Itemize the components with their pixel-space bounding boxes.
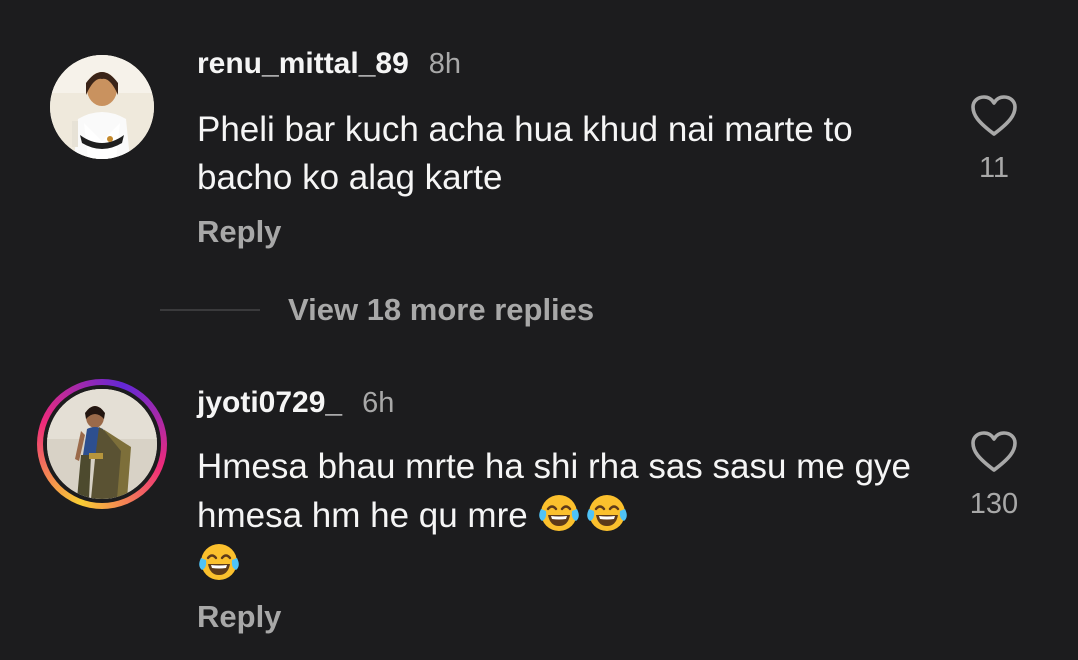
reply-button[interactable]: Reply: [197, 214, 281, 250]
comment-item: renu_mittal_89 8h Pheli bar kuch acha hu…: [0, 0, 1078, 280]
comments-panel: renu_mittal_89 8h Pheli bar kuch acha hu…: [0, 0, 1078, 660]
avatar: [50, 55, 154, 159]
like-column: 130: [944, 430, 1044, 521]
avatar-image: [47, 389, 157, 499]
like-count: 11: [978, 152, 1010, 184]
avatar-button[interactable]: [50, 55, 154, 159]
username-link[interactable]: renu_mittal_89: [197, 47, 409, 81]
comment-item: jyoti0729_ 6h Hmesa bhau mrte ha shi rha…: [0, 370, 1078, 660]
comment-text: Hmesa bhau mrte ha shi rha sas sasu me g…: [197, 443, 937, 589]
view-replies-row[interactable]: View 18 more replies: [160, 292, 594, 328]
heart-outline-icon[interactable]: [970, 430, 1018, 474]
avatar: [47, 389, 157, 499]
laughing-crying-emoji-icon: [199, 544, 239, 580]
replies-divider-line: [160, 309, 260, 311]
comment-text: Pheli bar kuch acha hua khud nai marte t…: [197, 110, 853, 197]
laughing-crying-emoji-icon: [539, 495, 580, 531]
like-count: 130: [969, 488, 1019, 520]
comment-time: 8h: [428, 48, 462, 80]
username-link[interactable]: jyoti0729_: [197, 386, 342, 420]
view-more-replies-button[interactable]: View 18 more replies: [288, 292, 594, 328]
comment-time: 6h: [362, 387, 395, 419]
laughing-crying-emoji-icon: [587, 495, 628, 531]
like-column: 11: [944, 94, 1044, 185]
comment-header: renu_mittal_89 8h: [197, 47, 461, 81]
avatar-image: [50, 55, 154, 159]
comment-header: jyoti0729_ 6h: [197, 386, 394, 420]
heart-outline-icon[interactable]: [970, 94, 1018, 138]
reply-button[interactable]: Reply: [197, 599, 281, 635]
avatar-story-ring-button[interactable]: [37, 379, 167, 509]
